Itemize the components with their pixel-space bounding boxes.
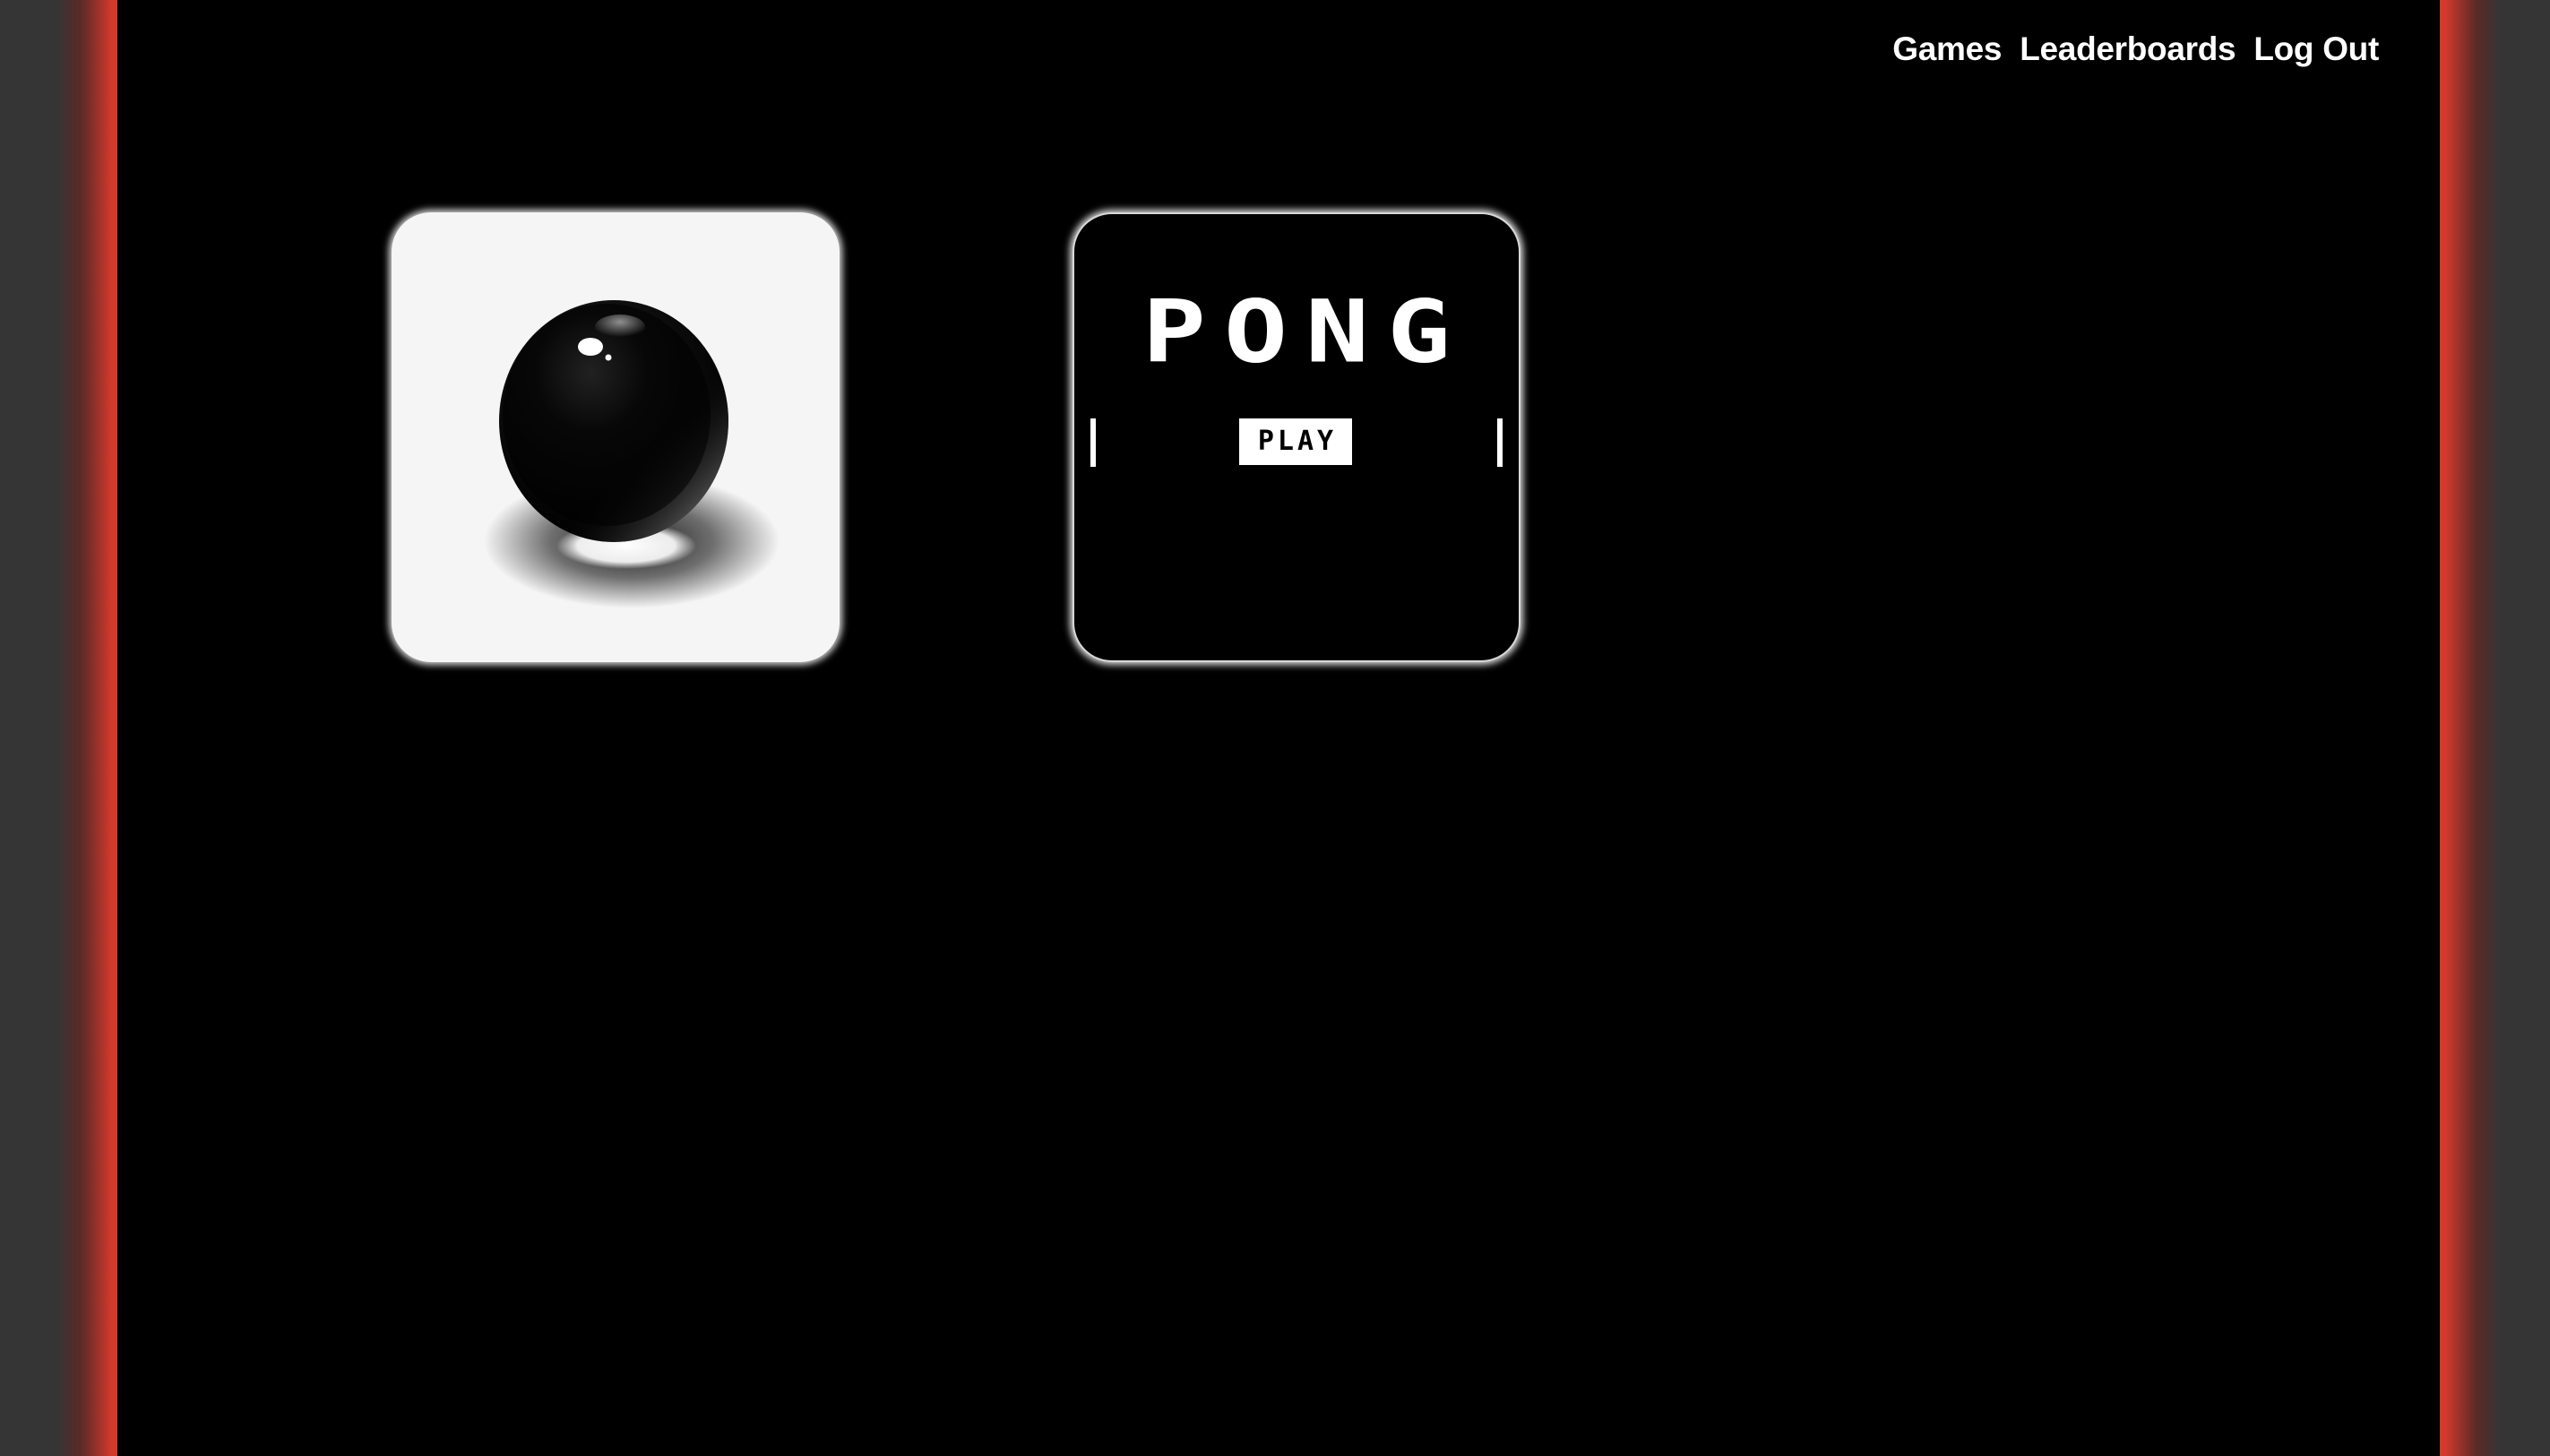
pong-play-button[interactable]: PLAY (1239, 418, 1352, 465)
game-tile-pong[interactable]: PONG PLAY (1073, 212, 1521, 662)
nav-logout-link[interactable]: Log Out (2253, 30, 2379, 68)
main-content: Games Leaderboards Log Out PONG PLAY (117, 0, 2440, 1456)
pong-right-paddle (1497, 418, 1503, 467)
top-nav: Games Leaderboards Log Out (1892, 30, 2379, 68)
game-tile-ball[interactable] (392, 212, 840, 662)
black-ball-icon (484, 300, 780, 608)
pong-left-paddle (1090, 418, 1096, 467)
right-gutter (2440, 0, 2550, 1456)
pong-title: PONG (1141, 280, 1469, 383)
nav-leaderboards-link[interactable]: Leaderboards (2020, 30, 2236, 68)
left-gutter (0, 0, 117, 1456)
app-page: Games Leaderboards Log Out PONG PLAY (0, 0, 2550, 1456)
nav-games-link[interactable]: Games (1892, 30, 2002, 68)
